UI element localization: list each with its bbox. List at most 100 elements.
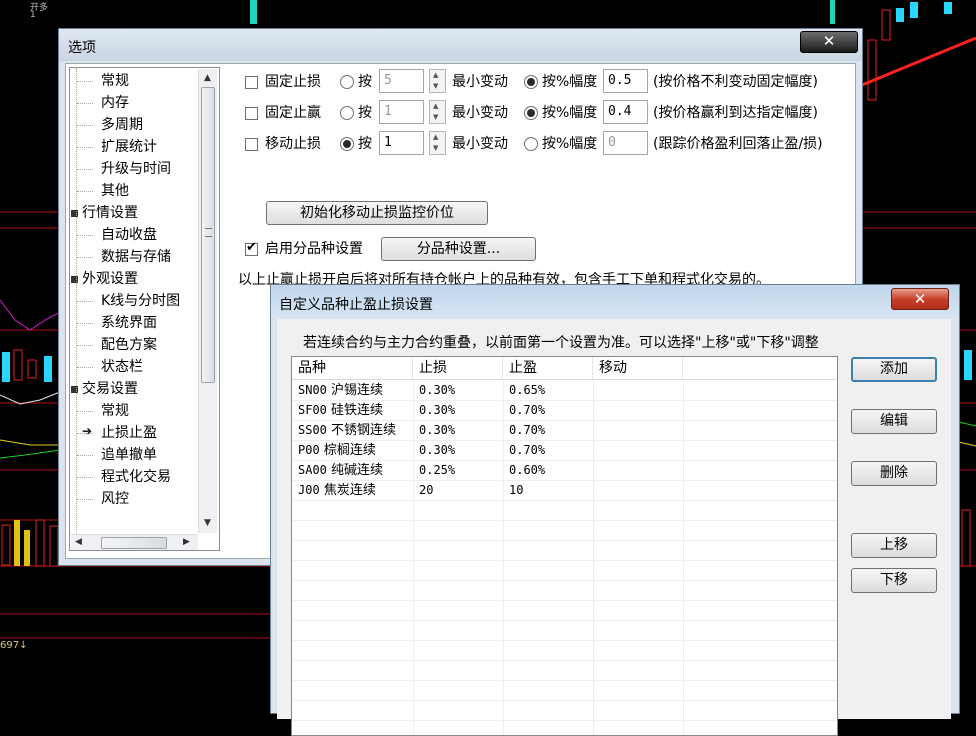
fixed-stoploss-checkbox[interactable] <box>245 76 258 89</box>
takeprofit-cell[interactable]: 0.70% <box>503 420 545 440</box>
tree-item[interactable]: K线与分时图 <box>101 291 180 311</box>
stoploss-cell[interactable]: 20 <box>413 480 433 500</box>
stoploss-cell[interactable]: 0.25% <box>413 460 455 480</box>
tree-item[interactable]: 其他 <box>101 181 129 201</box>
tree-item[interactable]: 常规 <box>101 401 129 421</box>
column-header-takeprofit[interactable]: 止盈 <box>503 357 593 379</box>
table-row[interactable]: SF00 硅铁连续 <box>292 400 419 420</box>
move-up-button[interactable]: 上移 <box>851 533 937 558</box>
tree-item[interactable]: 常规 <box>101 71 129 91</box>
tree-group-item[interactable]: 外观设置 <box>82 269 138 289</box>
tree-group-item[interactable]: 交易设置 <box>82 379 138 399</box>
fixed-takeprofit-by-label: 按 <box>358 105 372 121</box>
settings-tree: 常规 内存 多周期 扩展统计 升级与时间 其他 行情设置 自动收盘 数据与存储 外观设置 K线与分时… <box>69 67 220 551</box>
tree-item[interactable]: 状态栏 <box>101 357 143 377</box>
fixed-stoploss-pct-input[interactable]: 0.5 <box>603 69 648 93</box>
fixed-stoploss-ticks-input[interactable]: 5 <box>379 69 424 93</box>
options-dialog-titlebar[interactable]: 选项 ✕ <box>59 29 862 61</box>
tree-horizontal-scrollbar[interactable]: ◀ ▶ <box>71 534 198 550</box>
delete-button[interactable]: 删除 <box>851 461 937 486</box>
chart-bottom-value: 697↓ <box>0 640 28 651</box>
variety-name: 焦炭连续 <box>323 483 376 498</box>
close-icon[interactable]: ✕ <box>800 31 858 53</box>
column-header-stoploss[interactable]: 止损 <box>413 357 503 379</box>
tree-item-label: 配色方案 <box>101 337 157 353</box>
column-header-variety[interactable]: 品种 <box>292 357 413 379</box>
takeprofit-cell[interactable]: 0.70% <box>503 400 545 420</box>
tree-item-label: 风控 <box>101 491 129 507</box>
fixed-takeprofit-min-change-label: 最小变动 <box>452 105 508 121</box>
tree-item[interactable]: 追单撤单 <box>101 445 157 465</box>
custom-dialog-note: 若连续合约与主力合约重叠，以前面第一个设置为准。可以选择"上移"或"下移"调整 <box>303 335 819 351</box>
init-trailing-monitor-button[interactable]: 初始化移动止损监控价位 <box>266 201 488 225</box>
tree-vertical-scrollbar[interactable]: ▲ ▼ <box>198 69 217 533</box>
fixed-takeprofit-pct-input[interactable]: 0.4 <box>603 100 648 124</box>
trailing-cell[interactable] <box>593 420 599 440</box>
variety-code: J00 <box>298 483 320 497</box>
takeprofit-cell[interactable]: 0.65% <box>503 380 545 400</box>
tree-item[interactable]: 风控 <box>101 489 129 509</box>
table-row[interactable]: SS00 不锈钢连续 <box>292 420 419 440</box>
stoploss-cell[interactable]: 0.30% <box>413 380 455 400</box>
variety-settings-button[interactable]: 分品种设置... <box>381 237 536 261</box>
trailing-cell[interactable] <box>593 480 599 500</box>
tree-hscroll-thumb[interactable] <box>101 537 167 549</box>
trailing-cell[interactable] <box>593 400 599 420</box>
tree-item[interactable]: 扩展统计 <box>101 137 157 157</box>
tree-item[interactable]: 内存 <box>101 93 129 113</box>
tree-item[interactable]: 升级与时间 <box>101 159 171 179</box>
fixed-takeprofit-pct-radio[interactable] <box>524 106 538 120</box>
table-row[interactable]: SN00 沪锡连续 <box>292 380 419 400</box>
takeprofit-cell[interactable]: 0.70% <box>503 440 545 460</box>
tree-item[interactable]: 配色方案 <box>101 335 157 355</box>
variety-code: SF00 <box>298 403 327 417</box>
scroll-down-icon[interactable]: ▼ <box>204 518 211 528</box>
fixed-takeprofit-ticks-input[interactable]: 1 <box>379 100 424 124</box>
tree-scroll-thumb[interactable] <box>201 87 215 383</box>
trailing-stop-checkbox[interactable] <box>245 138 258 151</box>
table-row[interactable]: P00 棕榈连续 <box>292 440 419 460</box>
fixed-takeprofit-ticks-spinner[interactable] <box>429 100 446 124</box>
fixed-stoploss-ticks-spinner[interactable] <box>429 69 446 93</box>
scroll-right-icon[interactable]: ▶ <box>183 537 190 547</box>
row-divider <box>292 720 837 721</box>
tree-item[interactable]: 止损止盈 <box>101 423 157 443</box>
fixed-takeprofit-by-radio[interactable] <box>340 106 354 120</box>
edit-button[interactable]: 编辑 <box>851 409 937 434</box>
table-row[interactable]: SA00 纯碱连续 <box>292 460 419 480</box>
stoploss-cell[interactable]: 0.30% <box>413 400 455 420</box>
trailing-cell[interactable] <box>593 380 599 400</box>
fixed-takeprofit-checkbox[interactable] <box>245 107 258 120</box>
tree-item[interactable]: 多周期 <box>101 115 143 135</box>
close-icon[interactable]: ✕ <box>891 288 949 310</box>
variety-table[interactable]: 品种 止损 止盈 移动 SN00 沪锡连续 0.30% 0.65% SF00 硅铁连续… <box>291 356 838 736</box>
takeprofit-cell[interactable]: 0.60% <box>503 460 545 480</box>
add-button[interactable]: 添加 <box>851 357 937 382</box>
fixed-takeprofit-note: (按价格赢利到达指定幅度) <box>653 105 818 121</box>
stoploss-cell[interactable]: 0.30% <box>413 440 455 460</box>
move-down-button[interactable]: 下移 <box>851 568 937 593</box>
tree-group-item[interactable]: 行情设置 <box>82 203 138 223</box>
stoploss-cell[interactable]: 0.30% <box>413 420 455 440</box>
table-row[interactable]: J00 焦炭连续 <box>292 480 419 500</box>
trailing-stop-pct-radio[interactable] <box>524 137 538 151</box>
scroll-up-icon[interactable]: ▲ <box>204 73 211 83</box>
trailing-stop-ticks-spinner[interactable] <box>429 131 446 155</box>
trailing-cell[interactable] <box>593 440 599 460</box>
tree-item[interactable]: 数据与存储 <box>101 247 171 267</box>
enable-variety-label: 启用分品种设置 <box>265 241 363 257</box>
fixed-stoploss-by-radio[interactable] <box>340 75 354 89</box>
fixed-stoploss-pct-radio[interactable] <box>524 75 538 89</box>
tree-item[interactable]: 程式化交易 <box>101 467 171 487</box>
column-header-trailing[interactable]: 移动 <box>593 357 683 379</box>
tree-item[interactable]: 系统界面 <box>101 313 157 333</box>
trailing-cell[interactable] <box>593 460 599 480</box>
custom-dialog-titlebar[interactable]: 自定义品种止盈止损设置 ✕ <box>271 285 959 317</box>
trailing-stop-ticks-input[interactable]: 1 <box>379 131 424 155</box>
enable-variety-checkbox[interactable]: ✔ <box>245 241 258 256</box>
tree-item[interactable]: 自动收盘 <box>101 225 157 245</box>
takeprofit-cell[interactable]: 10 <box>503 480 523 500</box>
trailing-stop-pct-input[interactable]: 0 <box>603 131 648 155</box>
trailing-stop-by-radio[interactable] <box>340 137 354 151</box>
scroll-left-icon[interactable]: ◀ <box>75 537 82 547</box>
